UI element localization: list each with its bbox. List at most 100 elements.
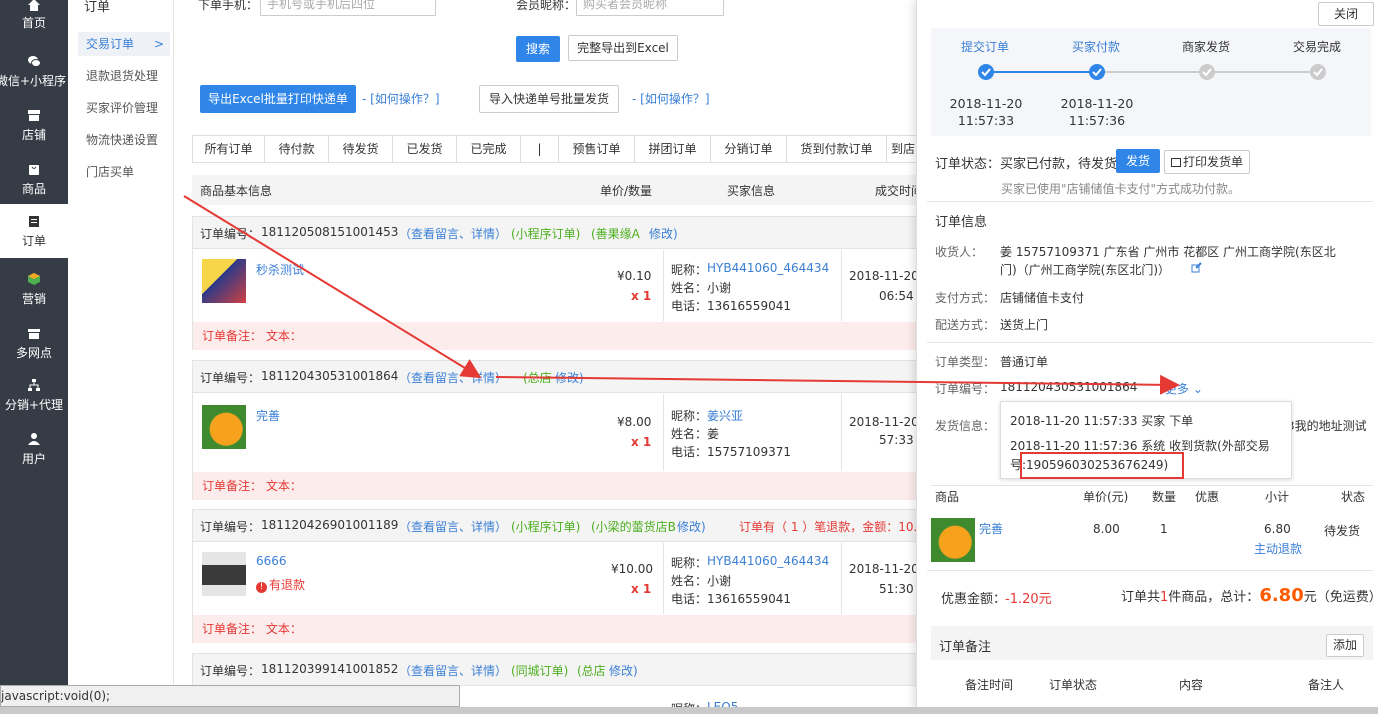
batch-print-button[interactable]: 导出Excel批量打印快递单 [200, 85, 356, 113]
product-name-link[interactable]: 秒杀测试 [256, 261, 304, 278]
order-no: 181120430531001864 [261, 369, 399, 383]
nick-filter-input[interactable]: 购买者会员昵称 [576, 0, 724, 16]
order-source-tag: (小程序订单) [511, 520, 581, 534]
more-link[interactable]: 更多 ⌄ [1165, 380, 1203, 397]
buyer-nick-link[interactable]: 姜兴亚 [707, 407, 743, 424]
product-thumbnail[interactable] [202, 405, 246, 449]
order-edit-link[interactable]: 修改) [677, 518, 706, 535]
nav-marketing[interactable]: 营销 [0, 270, 68, 324]
howto-link-2[interactable]: - [如何操作？] [632, 90, 710, 107]
subnav-logistics[interactable]: 物流快递设置 [78, 128, 170, 152]
order-time: 57:33 [879, 433, 914, 447]
tab-shipped[interactable]: 已发货 [393, 136, 457, 162]
howto-link-1[interactable]: - [如何操作？] [362, 90, 440, 107]
subnav-reviews[interactable]: 买家评价管理 [78, 96, 170, 120]
nav-multistore[interactable]: 多网点 [0, 324, 68, 378]
edit-icon[interactable] [1191, 262, 1202, 273]
product-name-link[interactable]: 6666 [256, 554, 287, 568]
tab-unpaid[interactable]: 待付款 [265, 136, 329, 162]
tab-instore[interactable]: 到店 [887, 136, 919, 162]
ship-button[interactable]: 发货 [1116, 149, 1160, 173]
order-shop: (小梁的蕾货店B [591, 520, 676, 534]
total-mid: 件商品，总计： [1168, 590, 1260, 605]
cube-icon [28, 273, 40, 285]
order-detail-link[interactable]: （查看留言、详情） [399, 662, 507, 679]
subnav-store-pay[interactable]: 门店买单 [78, 160, 170, 184]
receiver-line-1: 姜 15757109371 广东省 广州市 花都区 广州工商学院(东区北 [1000, 245, 1336, 259]
tab-presale[interactable]: 预售订单 [559, 136, 635, 162]
product-thumbnail[interactable] [202, 259, 246, 303]
order-date: 2018-11-20 [849, 415, 919, 429]
nav-orders-label: 订单 [21, 234, 46, 248]
order-remark: 订单备注： 文本： [193, 322, 919, 350]
order-edit-link[interactable]: 修改) [649, 225, 678, 242]
chevron-right-icon: > [153, 37, 164, 51]
order-edit-link[interactable]: 修改) [555, 369, 584, 386]
tab-done[interactable]: 已完成 [457, 136, 521, 162]
buyer-nick-label: 昵称： [671, 409, 708, 423]
step-todo-dot [1310, 64, 1326, 80]
buyer-phone: 电话：13616559041 [671, 299, 791, 313]
discount-label: 优惠金额： [941, 592, 1007, 607]
check-icon [981, 68, 991, 77]
goods-col-name: 商品 [935, 490, 960, 504]
step-pay-label: 买家付款 [1072, 40, 1121, 54]
tab-to-ship[interactable]: 待发货 [329, 136, 393, 162]
divider [663, 394, 664, 471]
nav-wechat[interactable]: 微信+小程序 [0, 52, 68, 106]
order-remark: 订单备注： 文本： [193, 472, 919, 500]
printer-icon [1170, 158, 1181, 167]
nav-distribution[interactable]: 分销+代理 [0, 376, 68, 430]
divider [663, 250, 664, 321]
nav-store[interactable]: 店铺 [0, 106, 68, 160]
order-detail-link[interactable]: （查看留言、详情） [399, 369, 507, 386]
tab-all[interactable]: 所有订单 [193, 136, 265, 162]
phone-filter-input[interactable]: 手机号或手机后四位 [260, 0, 436, 16]
subnav-trade-orders[interactable]: 交易订单 > [78, 32, 170, 56]
highlight-box [1020, 452, 1184, 479]
remark-section-header [931, 626, 1373, 660]
tab-distribution[interactable]: 分销订单 [711, 136, 787, 162]
close-button[interactable]: 关闭 [1318, 2, 1374, 26]
order-status: 订单状态：买家已付款，待发货 [935, 157, 1118, 172]
tab-cod[interactable]: 货到付款订单 [787, 136, 887, 162]
nav-store-label: 店铺 [21, 128, 46, 142]
order-header: 订单编号： 181120426901001189 （查看留言、详情） (小程序订… [193, 510, 925, 542]
product-qty: x 1 [631, 289, 652, 303]
order-detail-link[interactable]: （查看留言、详情） [399, 518, 507, 535]
export-excel-button[interactable]: 完整导出到Excel [568, 35, 678, 61]
nav-orders[interactable]: 订单 [0, 204, 68, 258]
divider [841, 543, 842, 614]
subnav-refunds[interactable]: 退款退货处理 [78, 64, 170, 88]
order-shop: (善果缘A [591, 227, 640, 241]
table-header: 商品基本信息 单价/数量 买家信息 成交时间 [192, 175, 923, 205]
col-price: 单价/数量 [600, 184, 653, 198]
import-tracking-button[interactable]: 导入快递单号批量发货 [479, 85, 619, 113]
nav-users[interactable]: 用户 [0, 430, 68, 484]
tree-icon [28, 379, 40, 391]
order-source-tag: (同城订单) [511, 664, 569, 678]
buyer-name: 姓名：小谢 [671, 281, 732, 295]
total-suffix: 元（免运费） [1303, 590, 1378, 605]
sub-nav: 订单 交易订单 > 退款退货处理 买家评价管理 物流快递设置 门店买单 [68, 0, 174, 714]
print-invoice-button[interactable]: 打印发货单 [1164, 150, 1250, 174]
discount-value: -1.20元 [1005, 592, 1052, 607]
product-thumbnail[interactable] [202, 552, 246, 596]
order-row: 订单编号： 181120430531001864 （查看留言、详情） (总店 修… [192, 360, 919, 500]
goods-col-qty: 数量 [1152, 490, 1177, 504]
more-link-label: 更多 [1165, 382, 1190, 396]
search-button[interactable]: 搜索 [516, 36, 560, 62]
order-no-value: 181120430531001864 [1000, 380, 1138, 394]
add-remark-button[interactable]: 添加 [1326, 634, 1364, 657]
order-detail-link[interactable]: （查看留言、详情） [399, 225, 507, 242]
goods-thumbnail[interactable] [931, 518, 975, 562]
sub-nav-title: 订单 [84, 0, 111, 15]
product-name-link[interactable]: 完善 [256, 407, 280, 424]
order-edit-link[interactable]: 修改) [609, 662, 638, 679]
goods-refund-link[interactable]: 主动退款 [1254, 540, 1302, 557]
buyer-nick-link[interactable]: HYB441060_464434 [707, 261, 829, 275]
goods-name-link[interactable]: 完善 [979, 520, 1003, 537]
tab-group[interactable]: 拼团订单 [635, 136, 711, 162]
buyer-nick-link[interactable]: HYB441060_464434 [707, 554, 829, 568]
nav-home[interactable]: 首页 [0, 0, 68, 36]
